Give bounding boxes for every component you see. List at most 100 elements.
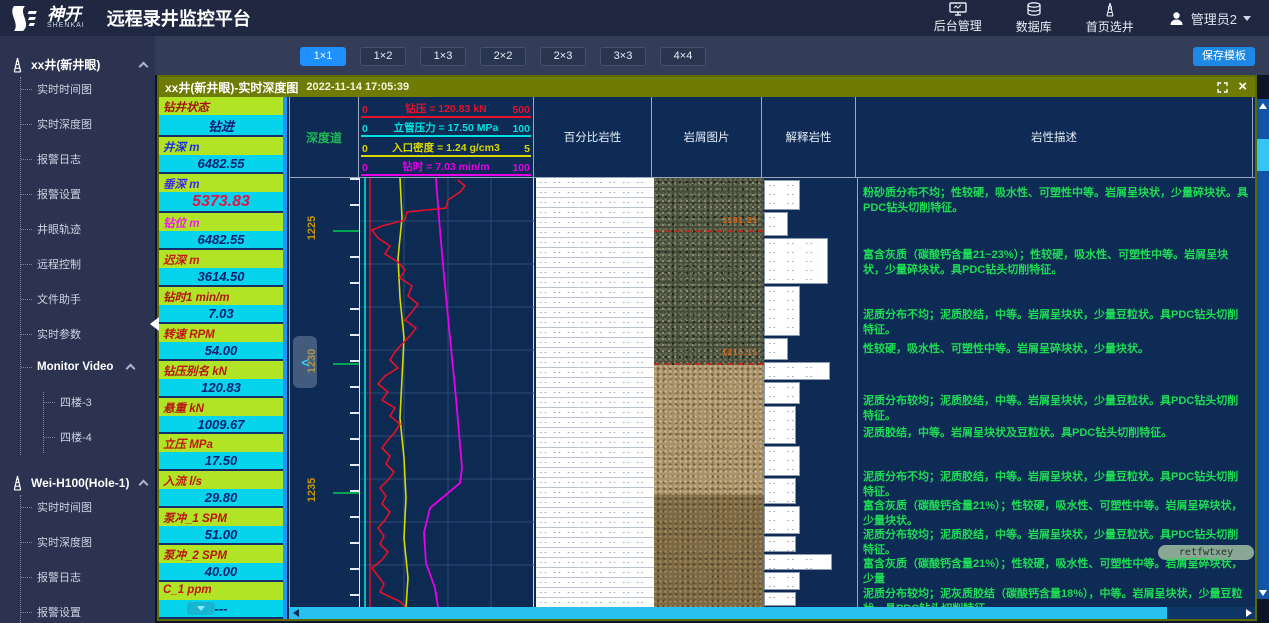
- sidebar-item-报警设置[interactable]: 报警设置: [21, 186, 155, 202]
- scroll-down-button[interactable]: [1257, 586, 1269, 599]
- well-group-header[interactable]: Wei-H100(Hole-1): [10, 475, 147, 491]
- grid-layout-button-2×3[interactable]: 2×3: [540, 47, 586, 66]
- photo-depth-label: 1210.15: [722, 348, 758, 357]
- depth-minor-tick: [350, 308, 359, 310]
- lithology-pattern-row: -- -- -- -- -- -- -- --: [536, 418, 654, 428]
- horizontal-scrollbar-thumb[interactable]: [302, 607, 1167, 619]
- panel-timestamp: 2022-11-14 17:05:39: [306, 81, 409, 93]
- parameter-label: C_1 ppm: [159, 582, 283, 600]
- depth-minor-tick: [350, 178, 359, 180]
- vertical-scrollbar[interactable]: [1257, 99, 1269, 599]
- lithology-pattern-row: -- -- -- -- -- -- -- --: [536, 568, 654, 578]
- chart-plot-area: 122512301235: [289, 178, 1255, 607]
- sidebar-group-monitor-video[interactable]: Monitor Video: [21, 361, 155, 373]
- scroll-left-button[interactable]: [289, 607, 302, 619]
- horizontal-scrollbar[interactable]: [289, 607, 1255, 619]
- sidebar-item-报警日志[interactable]: 报警日志: [21, 569, 155, 585]
- track-collapse-chevron-left[interactable]: <: [293, 336, 317, 388]
- parameter-value: ---: [159, 600, 283, 617]
- parameter-value: 5373.83: [159, 192, 283, 211]
- close-icon[interactable]: ×: [1238, 81, 1247, 93]
- parameter-tile: 转速 RPM54.00: [159, 324, 283, 361]
- parameter-label: 钻位 m: [159, 213, 283, 231]
- depth-track-header: 深度道: [289, 97, 359, 177]
- panel-collapse-arrow-icon[interactable]: [150, 317, 159, 331]
- parameter-dropdown-button[interactable]: [187, 602, 215, 615]
- lithology-pattern-row: -- -- -- -- -- -- -- --: [536, 338, 654, 348]
- fullscreen-icon[interactable]: [1217, 82, 1228, 93]
- parameter-label: 钻井状态: [159, 97, 283, 115]
- sidebar-item-实时参数[interactable]: 实时参数: [21, 326, 155, 342]
- grid-layout-button-2×2[interactable]: 2×2: [480, 47, 526, 66]
- derrick-icon: [10, 57, 25, 73]
- lithology-description-text: 泥质分布较均；泥质胶结，中等。岩屑呈块状，少量豆粒状。具PDC钻头切削特征。: [863, 528, 1249, 558]
- grid-layout-button-1×3[interactable]: 1×3: [420, 47, 466, 66]
- chevron-up-icon[interactable]: [126, 364, 136, 374]
- sidebar-item-实时深度图[interactable]: 实时深度图: [21, 534, 155, 550]
- lithology-pattern-row: -- -- -- -- -- -- -- --: [536, 348, 654, 358]
- chevron-up-icon[interactable]: [139, 61, 149, 71]
- nav-database[interactable]: 数据库: [1016, 2, 1052, 35]
- parameter-label: 转速 RPM: [159, 324, 283, 342]
- nav-backend-admin[interactable]: 后台管理: [934, 2, 982, 34]
- logo-text-en: SHENKAI: [47, 22, 85, 29]
- lithology-pattern-row: -- -- -- -- -- -- -- --: [536, 448, 654, 458]
- grid-layout-button-1×1[interactable]: 1×1: [300, 47, 346, 66]
- triangle-left-icon: [293, 609, 299, 617]
- scroll-right-button[interactable]: [1242, 607, 1255, 619]
- scroll-up-button[interactable]: [1257, 99, 1269, 112]
- nav-home-well-select[interactable]: 首页选井: [1086, 2, 1134, 35]
- curve-max: 100: [512, 123, 530, 135]
- curve-legend-row: 0钻时 = 7.03 min/m100: [361, 157, 531, 177]
- save-template-button[interactable]: 保存模板: [1193, 47, 1255, 66]
- sidebar-item-实时时间图[interactable]: 实时时间图: [21, 81, 155, 97]
- lithology-description-text: 泥质胶结，中等。岩屑呈块状及豆粒状。具PDC钻头切削特征。: [863, 426, 1249, 441]
- logo-text-cn: 神开: [47, 8, 85, 22]
- grid-layout-button-3×3[interactable]: 3×3: [600, 47, 646, 66]
- depth-log-chart: 深度道 0钻压 = 120.83 kN5000立管压力 = 17.50 MPa1…: [289, 97, 1255, 619]
- lithology-pattern-row: -- -- -- -- -- -- -- --: [536, 548, 654, 558]
- depth-minor-tick: [350, 464, 359, 466]
- parameter-label: 立压 MPa: [159, 434, 283, 452]
- grid-layout-button-1×2[interactable]: 1×2: [360, 47, 406, 66]
- parameter-label: 井深 m: [159, 137, 283, 155]
- parameter-panel-scrollbar[interactable]: [283, 97, 287, 619]
- lithology-pattern-row: -- -- -- -- -- -- -- --: [536, 238, 654, 248]
- parameter-label: 泵冲_2 SPM: [159, 545, 283, 563]
- curve-name-value: 钻压 = 120.83 kN: [361, 101, 531, 116]
- page-title: 远程录井监控平台: [107, 5, 251, 31]
- lithology-pattern-row: -- -- -- -- -- -- -- --: [536, 358, 654, 368]
- sidebar-item-文件助手[interactable]: 文件助手: [21, 291, 155, 307]
- parameter-tile: 井深 m6482.55: [159, 137, 283, 174]
- sidebar-item-四楼-4[interactable]: 四楼-4: [44, 429, 155, 445]
- sidebar-item-井眼轨迹[interactable]: 井眼轨迹: [21, 221, 155, 237]
- chevron-up-icon[interactable]: [139, 480, 149, 490]
- interpreted-lithology-block: -- -- -- -- -- -- -- -- -- -- -- -- -- -…: [764, 478, 796, 504]
- user-menu[interactable]: 管理员2: [1168, 9, 1251, 28]
- interpreted-lithology-block: -- -- -- -- -- -- -- -- -- -- -- -- -- -…: [764, 338, 788, 360]
- panel-title-bar: xx井(新井眼)-实时深度图 2022-11-14 17:05:39 ×: [159, 77, 1255, 97]
- parameter-tile: 钻位 m6482.55: [159, 213, 283, 250]
- vertical-scrollbar-thumb[interactable]: [1257, 139, 1269, 171]
- grid-layout-button-4×4[interactable]: 4×4: [660, 47, 706, 66]
- depth-minor-tick: [350, 568, 359, 570]
- curve-name-value: 入口密度 = 1.24 g/cm3: [361, 140, 531, 155]
- sidebar-item-实时深度图[interactable]: 实时深度图: [21, 116, 155, 132]
- remote-logging-platform: 神开 SHENKAI 远程录井监控平台 后台管理 数据库: [0, 0, 1269, 623]
- parameter-value: 3614.50: [159, 268, 283, 285]
- sidebar-item-远程控制[interactable]: 远程控制: [21, 256, 155, 272]
- parameter-tile: 立压 MPa17.50: [159, 434, 283, 471]
- triangle-up-icon: [1259, 103, 1267, 109]
- sidebar-item-报警设置[interactable]: 报警设置: [21, 604, 155, 620]
- sidebar-item-报警日志[interactable]: 报警日志: [21, 151, 155, 167]
- depth-minor-tick: [350, 204, 359, 206]
- depth-major-tick: [333, 230, 359, 232]
- lithology-pattern-row: -- -- -- -- -- -- -- --: [536, 558, 654, 568]
- sidebar-item-四楼-3[interactable]: 四楼-3: [44, 394, 155, 410]
- lithology-pattern-row: -- -- -- -- -- -- -- --: [536, 388, 654, 398]
- well-group-header[interactable]: xx井(新井眼): [10, 56, 147, 73]
- sidebar-item-实时时间图[interactable]: 实时时间图: [21, 499, 155, 515]
- parameter-value: 钻进: [159, 115, 283, 135]
- lithology-pattern-row: -- -- -- -- -- -- -- --: [536, 258, 654, 268]
- column-header-interpreted-lithology: 解释岩性: [762, 97, 856, 177]
